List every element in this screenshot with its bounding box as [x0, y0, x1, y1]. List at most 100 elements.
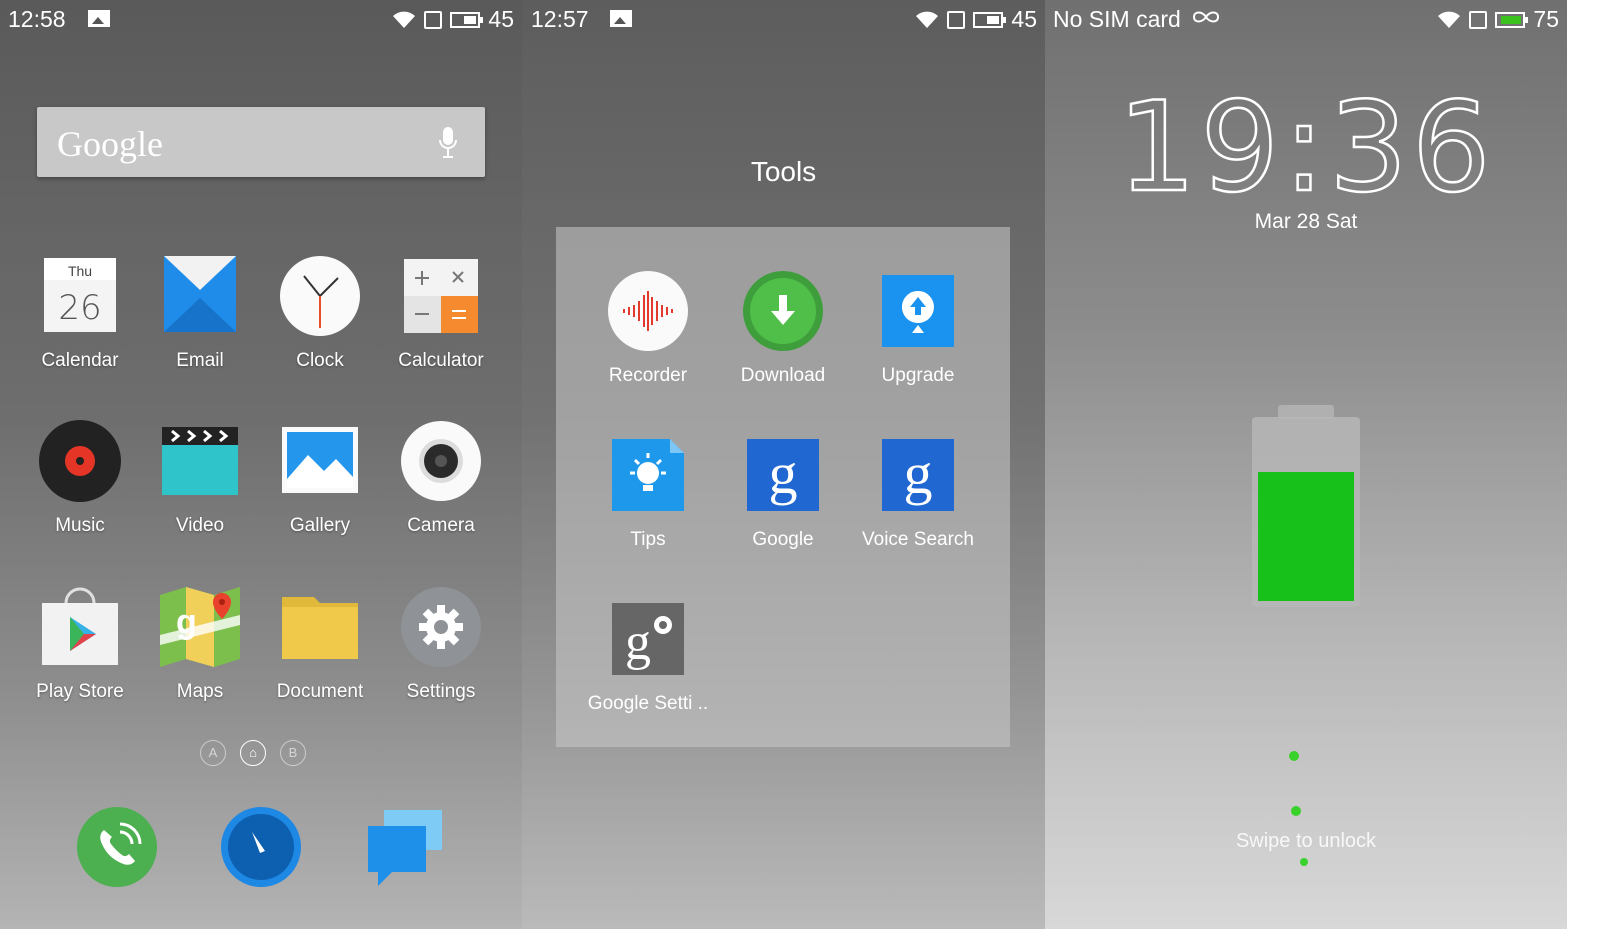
- app-label: Voice Search: [862, 529, 974, 550]
- camera-icon: [399, 419, 483, 503]
- app-camera[interactable]: Camera: [381, 419, 501, 537]
- swipe-hint-dot: [1291, 806, 1301, 816]
- lock-clock: 19:36: [1116, 88, 1494, 203]
- svg-text:g: g: [769, 441, 798, 506]
- app-label: Calculator: [398, 350, 484, 371]
- browser-icon[interactable]: [220, 806, 302, 888]
- image-notification-icon: [610, 10, 632, 27]
- video-icon: [158, 419, 242, 503]
- app-label: Email: [176, 350, 224, 371]
- carrier-text: No SIM card: [1053, 6, 1181, 32]
- app-label: Clock: [296, 350, 344, 371]
- app-settings[interactable]: Settings: [381, 585, 501, 703]
- swipe-to-unlock[interactable]: Swipe to unlock: [1045, 830, 1567, 853]
- app-label: Recorder: [608, 365, 688, 386]
- folder-title[interactable]: Tools: [522, 156, 1045, 188]
- battery-icon: [450, 11, 484, 28]
- status-time: 12:57: [531, 6, 589, 32]
- app-gallery[interactable]: Gallery: [260, 419, 380, 537]
- charging-battery-indicator: [1252, 405, 1360, 607]
- folder-container: Recorder Download Upgrade Tips g Google …: [556, 227, 1010, 747]
- app-label: Calendar: [41, 350, 119, 371]
- app-tips[interactable]: Tips: [578, 435, 718, 551]
- svg-text:Thu: Thu: [68, 263, 92, 279]
- page-dot-b[interactable]: B: [280, 740, 306, 766]
- sim-icon: [1469, 10, 1488, 29]
- wifi-icon: [916, 11, 939, 28]
- app-google[interactable]: g Google: [713, 435, 853, 551]
- page-dot-a[interactable]: A: [200, 740, 226, 766]
- tools-folder-panel: 12:57 45 Tools Recorder Download Upgrade…: [522, 0, 1045, 929]
- clock-icon: [278, 254, 362, 338]
- google-search-bar[interactable]: Google: [37, 107, 485, 177]
- app-music[interactable]: Music: [20, 419, 140, 537]
- tips-icon: [608, 435, 688, 515]
- app-email[interactable]: Email: [140, 254, 260, 372]
- svg-text:g: g: [625, 614, 651, 671]
- app-label: Settings: [406, 681, 476, 702]
- app-voice-search[interactable]: g Voice Search: [848, 435, 988, 551]
- battery-icon: [973, 11, 1007, 28]
- messages-icon[interactable]: [364, 806, 446, 888]
- app-label: Google Setti ..: [587, 693, 709, 714]
- battery-level: 45: [488, 6, 514, 32]
- app-label: Camera: [407, 515, 475, 536]
- app-document[interactable]: Document: [260, 585, 380, 703]
- page-dot-home[interactable]: ⌂: [240, 740, 266, 766]
- app-play-store[interactable]: Play Store: [20, 585, 140, 703]
- phone-icon[interactable]: [76, 806, 158, 888]
- status-time: 12:58: [8, 6, 66, 32]
- settings-icon: [399, 585, 483, 669]
- battery-level: 75: [1533, 6, 1559, 32]
- status-bar: 12:58 45: [0, 0, 522, 36]
- battery-level: 45: [1011, 6, 1037, 32]
- home-screen-panel: 12:58 45 Google Thu 26 Calendar Email Cl…: [0, 0, 522, 929]
- app-download[interactable]: Download: [713, 271, 853, 387]
- app-label: Download: [740, 365, 826, 386]
- svg-text:g: g: [176, 603, 197, 641]
- gallery-icon: [278, 419, 362, 503]
- google-icon: g: [743, 435, 823, 515]
- app-label: Tips: [630, 529, 666, 550]
- app-google-settings[interactable]: g Google Setti ..: [578, 599, 718, 715]
- status-bar: No SIM card 75: [1045, 0, 1567, 36]
- microphone-icon[interactable]: [439, 127, 457, 159]
- upgrade-icon: [878, 271, 958, 351]
- app-upgrade[interactable]: Upgrade: [848, 271, 988, 387]
- download-icon: [743, 271, 823, 351]
- infinity-icon: [1192, 11, 1220, 23]
- app-maps[interactable]: g Maps: [140, 585, 260, 703]
- lock-screen-panel: No SIM card 75 19:36 Mar 28 Sat Swipe to…: [1045, 0, 1567, 929]
- music-icon: [38, 419, 122, 503]
- calendar-icon: Thu 26: [38, 254, 122, 338]
- calculator-icon: [399, 254, 483, 338]
- app-label: Play Store: [36, 681, 124, 702]
- battery-charging-icon: [1495, 11, 1529, 28]
- app-label: Gallery: [289, 515, 351, 536]
- google-logo: Google: [57, 124, 163, 164]
- image-notification-icon: [88, 10, 110, 27]
- app-label: Maps: [176, 681, 224, 702]
- app-clock[interactable]: Clock: [260, 254, 380, 372]
- app-label: Upgrade: [881, 365, 955, 386]
- app-recorder[interactable]: Recorder: [578, 271, 718, 387]
- sim-icon: [947, 10, 966, 29]
- maps-icon: g: [158, 585, 242, 669]
- wifi-icon: [1438, 11, 1461, 28]
- sim-icon: [424, 10, 443, 29]
- app-calculator[interactable]: Calculator: [381, 254, 501, 372]
- document-icon: [278, 585, 362, 669]
- voice-search-icon: g: [878, 435, 958, 515]
- google-settings-icon: g: [608, 599, 688, 679]
- app-label: Music: [55, 515, 105, 536]
- app-video[interactable]: Video: [140, 419, 260, 537]
- swipe-hint-dot: [1289, 751, 1299, 761]
- swipe-hint-dot: [1300, 858, 1308, 866]
- app-calendar[interactable]: Thu 26 Calendar: [20, 254, 140, 372]
- app-label: Google: [752, 529, 814, 550]
- status-bar: 12:57 45: [522, 0, 1045, 36]
- svg-text:19:36: 19:36: [1117, 88, 1494, 203]
- page-indicator: A ⌂ B: [200, 740, 306, 766]
- play-store-icon: [38, 585, 122, 669]
- email-icon: [158, 254, 242, 338]
